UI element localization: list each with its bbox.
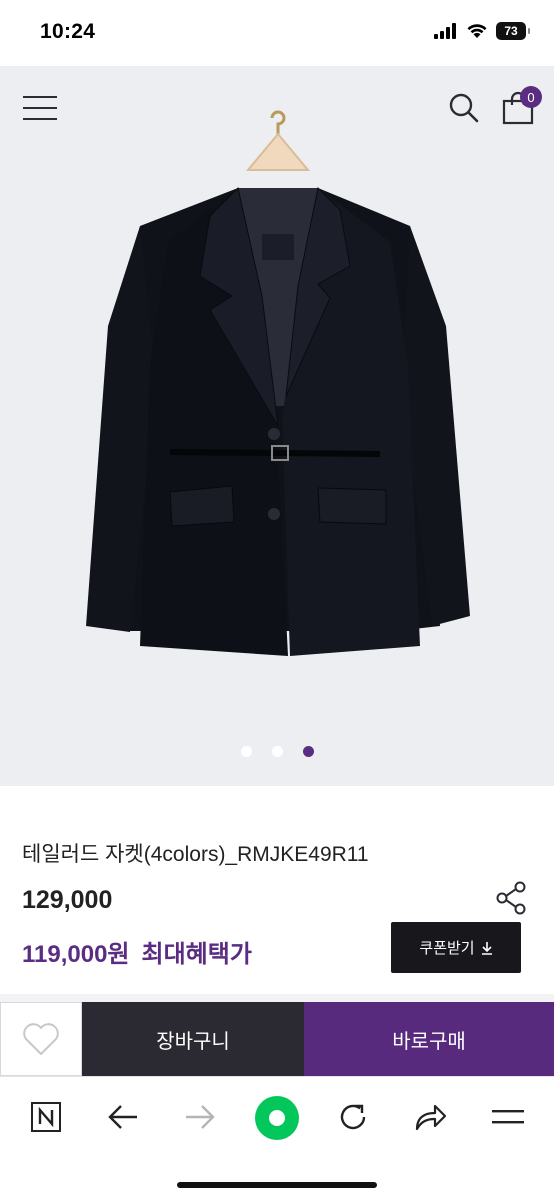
- search-icon: [449, 93, 479, 123]
- signal-icon: [434, 23, 456, 39]
- purchase-action-bar: 장바구니 바로구매: [0, 1002, 554, 1076]
- heart-icon: [23, 1023, 59, 1055]
- home-indicator[interactable]: [177, 1182, 377, 1188]
- section-divider: [0, 994, 554, 1002]
- add-to-cart-button[interactable]: 장바구니: [82, 1002, 304, 1076]
- forward-arrow-icon: [186, 1105, 215, 1129]
- battery-indicator: 73: [496, 22, 530, 40]
- jacket-image: [86, 110, 470, 656]
- search-button[interactable]: [448, 92, 480, 124]
- naver-home-button[interactable]: [24, 1095, 68, 1139]
- share-icon: [496, 881, 526, 915]
- sale-price-row: 119,000원 최대혜택가: [22, 934, 252, 969]
- refresh-button[interactable]: [331, 1095, 375, 1139]
- back-arrow-icon: [108, 1105, 137, 1129]
- coupon-button[interactable]: 쿠폰받기: [391, 922, 521, 973]
- green-dot-icon: [255, 1096, 299, 1140]
- product-image-carousel[interactable]: 0: [0, 66, 554, 786]
- naver-green-button[interactable]: [254, 1095, 300, 1141]
- share-button[interactable]: [494, 880, 530, 916]
- carousel-dot-active[interactable]: [302, 746, 314, 757]
- carousel-dot[interactable]: [240, 746, 252, 757]
- product-price: 129,000: [22, 886, 113, 914]
- naver-icon: [31, 1102, 61, 1132]
- status-icons: 73: [434, 22, 530, 40]
- cart-button[interactable]: 0: [496, 86, 542, 130]
- buy-now-button[interactable]: 바로구매: [304, 1002, 554, 1076]
- cart-count-badge: 0: [520, 86, 542, 108]
- download-icon: [481, 941, 492, 955]
- status-time: 10:24: [40, 20, 96, 43]
- menu-button[interactable]: [22, 94, 58, 122]
- carousel-indicator: [0, 746, 554, 757]
- carousel-dot[interactable]: [271, 746, 283, 757]
- share-arrow-icon: [415, 1104, 447, 1131]
- menu-icon: [23, 96, 57, 120]
- refresh-icon: [340, 1104, 366, 1130]
- wishlist-button[interactable]: [0, 1002, 82, 1076]
- back-button[interactable]: [101, 1095, 145, 1139]
- coupon-button-label: 쿠폰받기: [419, 940, 475, 957]
- sale-price-label: 최대혜택가: [141, 941, 252, 968]
- product-name: 테일러드 자켓(4colors)_RMJKE49R11: [22, 843, 369, 866]
- wifi-icon: [467, 24, 487, 38]
- more-menu-icon: [492, 1110, 524, 1124]
- sale-price: 119,000원: [22, 941, 130, 968]
- more-menu-button[interactable]: [486, 1095, 530, 1139]
- forward-button[interactable]: [178, 1095, 222, 1139]
- page-share-button[interactable]: [408, 1095, 452, 1139]
- status-bar: 10:24 73: [0, 0, 554, 66]
